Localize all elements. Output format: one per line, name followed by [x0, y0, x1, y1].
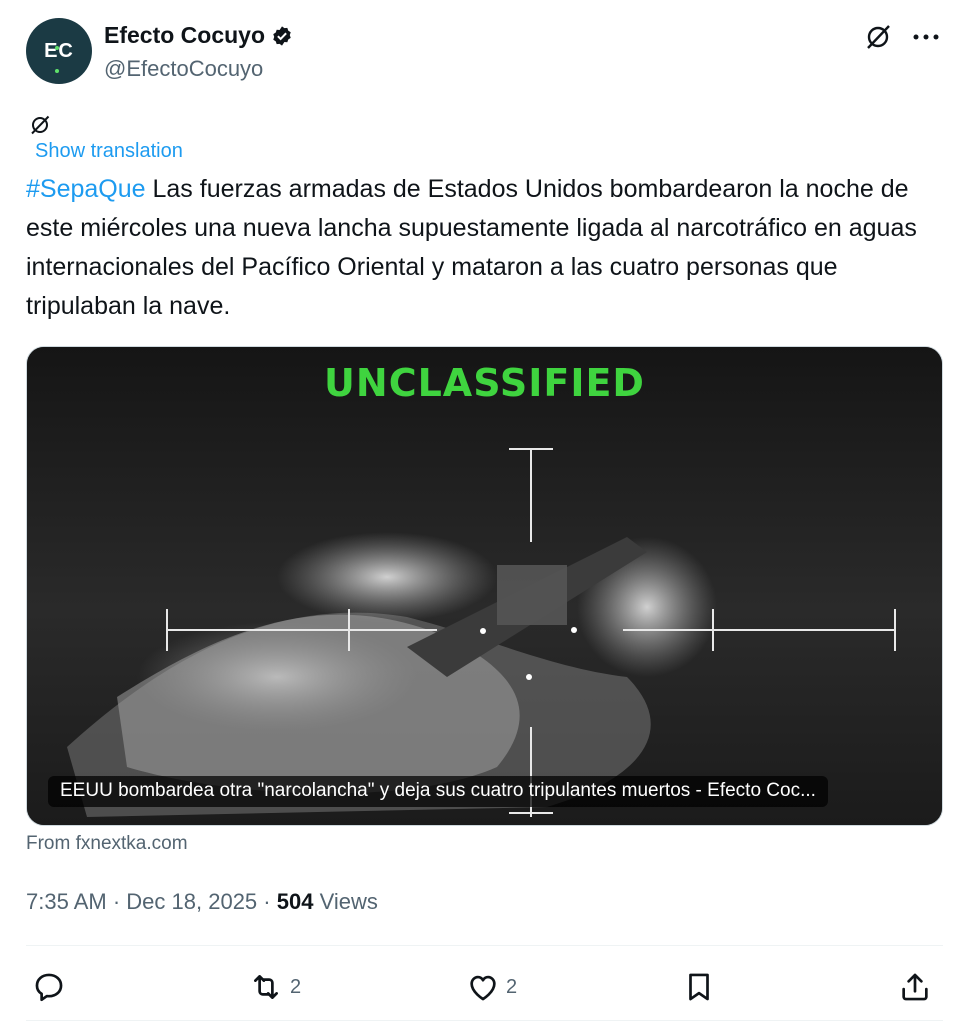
- video-card[interactable]: UNCLASSIFIED EEUU bombardea otra "narcol…: [26, 346, 943, 826]
- verified-badge-icon: [273, 25, 291, 46]
- heart-icon: [470, 975, 496, 1001]
- bookmark-button[interactable]: [682, 962, 716, 1012]
- link-source[interactable]: From fxnextka.com: [26, 833, 188, 855]
- video-caption: EEUU bombardea otra "narcolancha" y deja…: [48, 776, 828, 807]
- display-name[interactable]: Efecto Cocuyo: [104, 22, 265, 49]
- retweet-button[interactable]: 2: [248, 962, 301, 1012]
- like-button[interactable]: 2: [466, 962, 517, 1012]
- tweet-time[interactable]: 7:35 AM: [26, 889, 107, 914]
- divider: [26, 945, 943, 946]
- avatar-dots: [55, 33, 65, 73]
- video-frame: [27, 347, 942, 825]
- tweet-meta: 7:35 AM · Dec 18, 2025 · 504 Views: [26, 889, 378, 915]
- grok-icon[interactable]: [861, 20, 895, 54]
- bookmark-icon: [689, 973, 709, 1001]
- reply-icon: [35, 973, 63, 1002]
- meta-separator: ·: [263, 889, 277, 914]
- share-icon: [902, 973, 928, 1001]
- retweet-icon: [254, 975, 278, 999]
- unclassified-overlay: UNCLASSIFIED: [324, 361, 645, 405]
- divider: [26, 1020, 943, 1021]
- tweet-date[interactable]: Dec 18, 2025: [126, 889, 257, 914]
- views-label: Views: [319, 889, 378, 914]
- tweet-body: Las fuerzas armadas de Estados Unidos bo…: [26, 175, 917, 320]
- header-actions: [861, 20, 943, 54]
- show-translation-link[interactable]: Show translation: [35, 140, 183, 163]
- hashtag-link[interactable]: #SepaQue: [26, 175, 146, 203]
- more-icon[interactable]: [909, 20, 943, 54]
- tweet-text: #SepaQue Las fuerzas armadas de Estados …: [26, 170, 926, 326]
- action-bar: 2 2: [26, 962, 943, 1012]
- share-button[interactable]: [898, 962, 932, 1012]
- views-count: 504: [276, 889, 314, 914]
- handle[interactable]: @EfectoCocuyo: [104, 56, 263, 82]
- retweet-count: 2: [290, 975, 302, 998]
- tweet-header: EC Efecto Cocuyo @EfectoCocuyo: [26, 18, 943, 88]
- reply-button[interactable]: [32, 962, 72, 1012]
- like-count: 2: [506, 975, 518, 998]
- meta-separator: ·: [112, 889, 127, 914]
- grok-translate-icon[interactable]: [28, 113, 52, 137]
- name-row: Efecto Cocuyo: [104, 22, 293, 49]
- avatar[interactable]: EC: [26, 18, 92, 84]
